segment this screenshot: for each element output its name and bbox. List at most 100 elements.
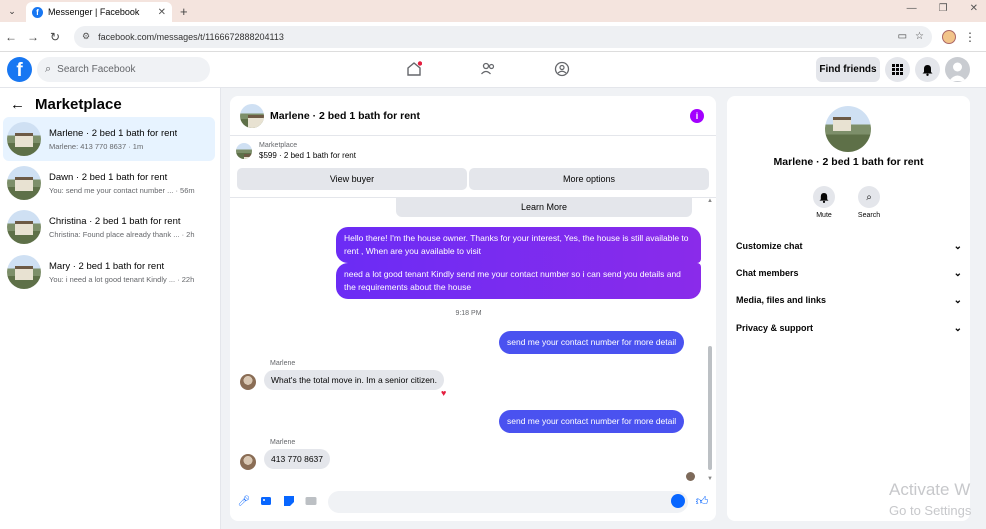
listing-thumbnail: [7, 122, 41, 156]
scroll-down-icon[interactable]: ▼: [706, 476, 714, 481]
reload-icon[interactable]: ↻: [44, 30, 66, 44]
conversation-item-marlene[interactable]: Marlene · 2 bed 1 bath for rent Marlene:…: [3, 117, 215, 161]
conversation-sidebar: ← Marketplace Marlene · 2 bed 1 bath for…: [0, 88, 221, 529]
facebook-header: f ⌕ Search Facebook Find friends: [0, 52, 986, 88]
message-thread: Learn More Hello there! I'm the house ow…: [230, 197, 716, 481]
sent-message: need a lot good tenant Kindly send me yo…: [336, 263, 701, 299]
mute-button[interactable]: Mute: [804, 186, 844, 219]
browser-menu-icon[interactable]: ⋮: [964, 30, 976, 44]
find-friends-button[interactable]: Find friends: [816, 57, 880, 82]
new-tab-icon[interactable]: +: [180, 4, 188, 19]
search-icon: ⌕: [45, 63, 52, 75]
back-icon[interactable]: ←: [0, 30, 22, 44]
notifications-bell-icon[interactable]: [915, 57, 940, 82]
tab-title: Messenger | Facebook: [48, 7, 140, 17]
sticker-icon[interactable]: [283, 495, 295, 507]
row-label: Chat members: [736, 268, 799, 278]
activation-watermark-line2: Go to Settings: [889, 503, 972, 518]
heart-reaction-icon[interactable]: ♥: [441, 388, 446, 398]
row-label: Media, files and links: [736, 295, 827, 305]
url-field[interactable]: ⚙ facebook.com/messages/t/11666728882041…: [74, 25, 932, 48]
listing-thumbnail: [7, 210, 41, 244]
conversation-name: Christina · 2 bed 1 bath for rent: [49, 215, 181, 227]
groups-icon[interactable]: [553, 60, 571, 78]
info-icon[interactable]: i: [690, 109, 704, 123]
message-scrollbar[interactable]: ▲ ▼: [706, 198, 714, 481]
more-options-button[interactable]: More options: [469, 168, 709, 190]
chat-thumbnail[interactable]: [240, 103, 264, 128]
details-thumbnail[interactable]: [825, 106, 871, 152]
search-input[interactable]: ⌕ Search Facebook: [37, 57, 210, 82]
privacy-support-row[interactable]: Privacy & support ⌄: [736, 318, 962, 338]
activation-watermark-line1: Activate W: [889, 480, 971, 499]
close-window-icon[interactable]: ✕: [970, 3, 978, 14]
chat-title[interactable]: Marlene · 2 bed 1 bath for rent: [270, 110, 420, 122]
sender-name: Marlene: [270, 360, 296, 367]
search-placeholder: Search Facebook: [57, 64, 136, 75]
chat-details-panel: Marlene · 2 bed 1 bath for rent Mute ⌕ S…: [727, 96, 970, 521]
chat-header: Marlene · 2 bed 1 bath for rent i: [230, 96, 716, 136]
minimize-icon[interactable]: —: [907, 3, 917, 14]
site-info-icon[interactable]: ⚙: [82, 31, 90, 42]
conversation-name: Mary · 2 bed 1 bath for rent: [49, 260, 165, 272]
conversation-preview: Marlene: 413 770 8637 · 1m: [49, 141, 144, 151]
restore-icon[interactable]: ❐: [939, 3, 948, 14]
like-thumb-icon[interactable]: 👍︎: [696, 494, 709, 508]
scroll-up-icon[interactable]: ▲: [706, 198, 714, 204]
listing-summary[interactable]: Marketplace $599 · 2 bed 1 bath for rent: [236, 142, 356, 160]
listing-thumbnail: [7, 166, 41, 200]
photo-icon[interactable]: [260, 495, 272, 507]
emoji-icon[interactable]: [671, 494, 685, 508]
chevron-down-icon: ⌄: [953, 294, 962, 306]
bookmark-star-icon[interactable]: ☆: [915, 31, 924, 42]
back-arrow-icon[interactable]: ←: [10, 96, 25, 113]
marlene-avatar[interactable]: [240, 454, 256, 470]
conversation-item-mary[interactable]: Mary · 2 bed 1 bath for rent You: i need…: [3, 250, 215, 294]
chat-members-row[interactable]: Chat members ⌄: [736, 263, 962, 283]
gif-icon[interactable]: [305, 495, 317, 507]
listing-thumbnail: [236, 143, 252, 159]
close-tab-icon[interactable]: ✕: [158, 7, 166, 18]
row-label: Customize chat: [736, 241, 803, 251]
install-app-icon[interactable]: ▭: [898, 31, 907, 42]
media-files-links-row[interactable]: Media, files and links ⌄: [736, 290, 962, 310]
sender-name: Marlene: [270, 439, 296, 446]
message-input[interactable]: [328, 491, 688, 513]
marlene-avatar[interactable]: [240, 374, 256, 390]
sent-message: send me your contact number for more det…: [499, 410, 685, 433]
tab-search-icon[interactable]: ⌄: [4, 3, 20, 19]
url-text: facebook.com/messages/t/1166672888204113: [98, 31, 284, 42]
address-bar-row: ← → ↻ ⚙ facebook.com/messages/t/11666728…: [0, 22, 986, 52]
conversation-preview: You: i need a lot good tenant Kindly ...…: [49, 274, 195, 284]
chevron-down-icon: ⌄: [953, 322, 962, 334]
conversation-item-dawn[interactable]: Dawn · 2 bed 1 bath for rent You: send m…: [3, 161, 215, 205]
details-title: Marlene · 2 bed 1 bath for rent: [773, 156, 924, 168]
forward-icon[interactable]: →: [22, 30, 44, 44]
chat-panel: Marlene · 2 bed 1 bath for rent i Market…: [230, 96, 716, 521]
menu-grid-icon[interactable]: [885, 57, 910, 82]
browser-tab-bar: ⌄ f Messenger | Facebook ✕ + — ❐ ✕: [0, 0, 986, 22]
conversation-item-christina[interactable]: Christina · 2 bed 1 bath for rent Christ…: [3, 205, 215, 249]
received-message: 413 770 8637: [264, 449, 330, 469]
home-icon[interactable]: [405, 60, 423, 78]
browser-tab[interactable]: f Messenger | Facebook ✕: [26, 2, 172, 22]
sent-message: Hello there! I'm the house owner. Thanks…: [336, 227, 701, 263]
profile-icon[interactable]: [942, 29, 956, 44]
learn-more-button[interactable]: Learn More: [396, 198, 692, 217]
chevron-down-icon: ⌄: [953, 267, 962, 279]
seen-avatar: [686, 472, 695, 481]
scrollbar-thumb[interactable]: [708, 346, 712, 470]
sidebar-header: ← Marketplace: [10, 96, 122, 113]
search-in-chat-button[interactable]: ⌕ Search: [849, 186, 889, 219]
received-message: What's the total move in. Im a senior ci…: [264, 370, 445, 390]
friends-icon[interactable]: [479, 60, 497, 78]
bell-icon: [813, 186, 835, 208]
conversation-name: Dawn · 2 bed 1 bath for rent: [49, 171, 168, 183]
message-composer: 🎤︎ 👍︎: [230, 487, 716, 517]
listing-detail: $599 · 2 bed 1 bath for rent: [259, 151, 356, 160]
facebook-logo-icon[interactable]: f: [7, 57, 32, 82]
view-buyer-button[interactable]: View buyer: [237, 168, 467, 190]
microphone-icon[interactable]: 🎤︎: [238, 495, 251, 507]
account-avatar[interactable]: [945, 57, 970, 82]
customize-chat-row[interactable]: Customize chat ⌄: [736, 236, 962, 256]
